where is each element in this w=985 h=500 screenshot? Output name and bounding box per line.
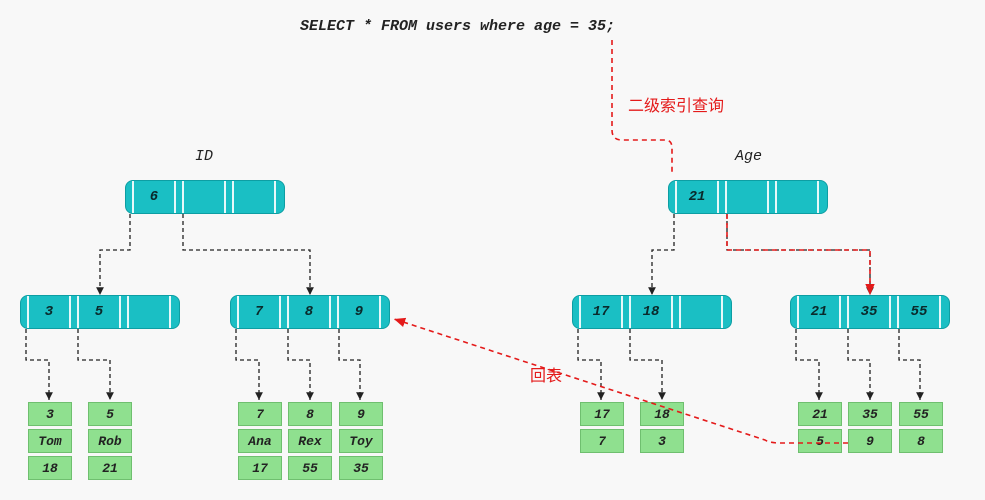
annotation-back-to-table: 回表 (530, 362, 562, 386)
node-key: 3 (29, 296, 71, 328)
left-tree-label: ID (195, 148, 213, 165)
leaf-val: 35 (339, 456, 383, 480)
node-key: 18 (631, 296, 673, 328)
right-tree-label: Age (735, 148, 762, 165)
leaf-val: 21 (88, 456, 132, 480)
node-key: 35 (849, 296, 891, 328)
node-separator (669, 181, 677, 213)
annotation-secondary-index: 二级索引查询 (628, 92, 724, 116)
right-leaf-2: 21 5 (798, 402, 842, 453)
node-separator (121, 296, 129, 328)
left-leaf-3: 8 Rex 55 (288, 402, 332, 480)
right-leaf-3: 35 9 (848, 402, 892, 453)
leaf-age: 17 (580, 402, 624, 426)
node-separator (791, 296, 799, 328)
node-key: 17 (581, 296, 623, 328)
node-separator (226, 181, 234, 213)
leaf-val: 18 (28, 456, 72, 480)
leaf-name: Tom (28, 429, 72, 453)
leaf-id: 5 (88, 402, 132, 426)
node-empty (681, 296, 723, 328)
leaf-age: 18 (640, 402, 684, 426)
leaf-val: 17 (238, 456, 282, 480)
right-inner-node-0: 17 18 (572, 295, 732, 329)
left-leaf-1: 5 Rob 21 (88, 402, 132, 480)
node-key: 21 (799, 296, 841, 328)
right-leaf-0: 17 7 (580, 402, 624, 453)
left-inner-node-0: 3 5 (20, 295, 180, 329)
leaf-id: 8 (288, 402, 332, 426)
node-separator (231, 296, 239, 328)
node-key: 5 (79, 296, 121, 328)
leaf-name: Rex (288, 429, 332, 453)
leaf-val: 55 (288, 456, 332, 480)
node-separator (171, 296, 179, 328)
node-empty (777, 181, 819, 213)
left-inner-node-1: 7 8 9 (230, 295, 390, 329)
leaf-id: 3 (28, 402, 72, 426)
leaf-id: 5 (798, 429, 842, 453)
leaf-name: Rob (88, 429, 132, 453)
left-leaf-4: 9 Toy 35 (339, 402, 383, 480)
node-separator (819, 181, 827, 213)
node-key: 55 (899, 296, 941, 328)
node-separator (176, 181, 184, 213)
left-leaf-2: 7 Ana 17 (238, 402, 282, 480)
node-empty (184, 181, 226, 213)
node-separator (71, 296, 79, 328)
node-key: 7 (239, 296, 281, 328)
node-separator (573, 296, 581, 328)
right-root-node: 21 (668, 180, 828, 214)
node-key: 21 (677, 181, 719, 213)
left-root-node: 6 (125, 180, 285, 214)
node-separator (769, 181, 777, 213)
node-empty (129, 296, 171, 328)
leaf-name: Ana (238, 429, 282, 453)
right-leaf-1: 18 3 (640, 402, 684, 453)
node-separator (673, 296, 681, 328)
right-leaf-4: 55 8 (899, 402, 943, 453)
node-separator (941, 296, 949, 328)
leaf-age: 55 (899, 402, 943, 426)
leaf-id: 9 (848, 429, 892, 453)
node-key: 6 (134, 181, 176, 213)
node-empty (234, 181, 276, 213)
leaf-id: 8 (899, 429, 943, 453)
node-separator (381, 296, 389, 328)
node-key: 9 (339, 296, 381, 328)
leaf-age: 35 (848, 402, 892, 426)
left-leaf-0: 3 Tom 18 (28, 402, 72, 480)
node-separator (126, 181, 134, 213)
leaf-name: Toy (339, 429, 383, 453)
node-separator (276, 181, 284, 213)
leaf-id: 3 (640, 429, 684, 453)
node-separator (331, 296, 339, 328)
right-inner-node-1: 21 35 55 (790, 295, 950, 329)
leaf-id: 9 (339, 402, 383, 426)
node-separator (891, 296, 899, 328)
node-separator (723, 296, 731, 328)
node-separator (623, 296, 631, 328)
sql-query: SELECT * FROM users where age = 35; (300, 18, 615, 35)
leaf-id: 7 (580, 429, 624, 453)
node-empty (727, 181, 769, 213)
node-key: 8 (289, 296, 331, 328)
node-separator (281, 296, 289, 328)
leaf-age: 21 (798, 402, 842, 426)
node-separator (21, 296, 29, 328)
node-separator (841, 296, 849, 328)
node-separator (719, 181, 727, 213)
leaf-id: 7 (238, 402, 282, 426)
